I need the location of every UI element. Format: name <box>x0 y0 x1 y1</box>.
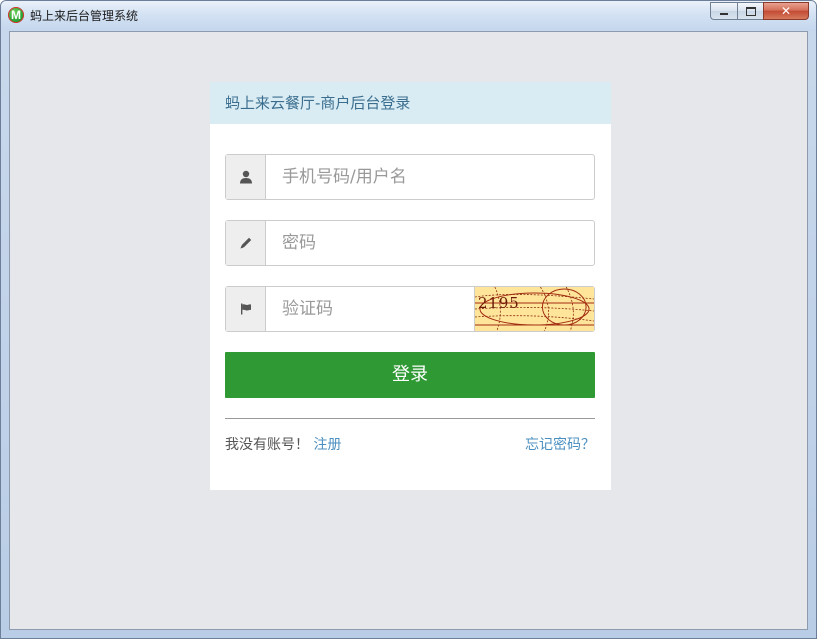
account-links-row: 我没有账号！ 注册 忘记密码？ <box>225 434 595 454</box>
minimize-button[interactable] <box>710 2 737 20</box>
username-field-group <box>225 154 595 200</box>
user-icon <box>239 170 252 184</box>
close-button[interactable]: ✕ <box>763 2 809 20</box>
minimize-icon <box>720 12 728 15</box>
captcha-addon <box>226 287 266 331</box>
username-addon <box>226 155 266 199</box>
maximize-button[interactable] <box>737 2 763 20</box>
pencil-icon <box>240 237 251 249</box>
register-prompt: 我没有账号！ 注册 <box>225 434 341 454</box>
username-input[interactable] <box>266 155 594 199</box>
forgot-password-link[interactable]: 忘记密码？ <box>525 434 595 454</box>
captcha-input[interactable] <box>266 287 474 331</box>
login-panel-header: 蚂上来云餐厅-商户后台登录 <box>210 82 611 124</box>
window-title: 蚂上来后台管理系统 <box>30 9 139 23</box>
divider <box>225 418 595 419</box>
login-panel: 蚂上来云餐厅-商户后台登录 手机号码/用户名 验证码 2195 登录 我没有账号… <box>210 82 611 490</box>
title-bar[interactable]: M 蚂上来后台管理系统 ✕ <box>1 1 816 30</box>
flag-icon <box>240 303 251 315</box>
app-logo-icon: M <box>8 7 24 23</box>
captcha-text: 2195 <box>478 294 520 312</box>
captcha-image[interactable]: 2195 <box>474 287 594 331</box>
password-input[interactable] <box>266 221 594 265</box>
captcha-field-group: 2195 <box>225 286 595 332</box>
no-account-text: 我没有账号！ <box>225 437 309 453</box>
login-button[interactable]: 登录 <box>225 352 595 398</box>
password-field-group <box>225 220 595 266</box>
maximize-icon <box>745 6 756 16</box>
register-link[interactable]: 注册 <box>313 437 341 453</box>
client-area: 蚂上来云餐厅-商户后台登录 手机号码/用户名 验证码 2195 登录 我没有账号… <box>9 31 808 630</box>
close-icon: ✕ <box>780 4 792 18</box>
app-window: M 蚂上来后台管理系统 ✕ 蚂上来云餐厅-商户后台登录 手机号码/用户名 验证码… <box>0 0 817 639</box>
window-controls: ✕ <box>710 2 809 21</box>
password-addon <box>226 221 266 265</box>
